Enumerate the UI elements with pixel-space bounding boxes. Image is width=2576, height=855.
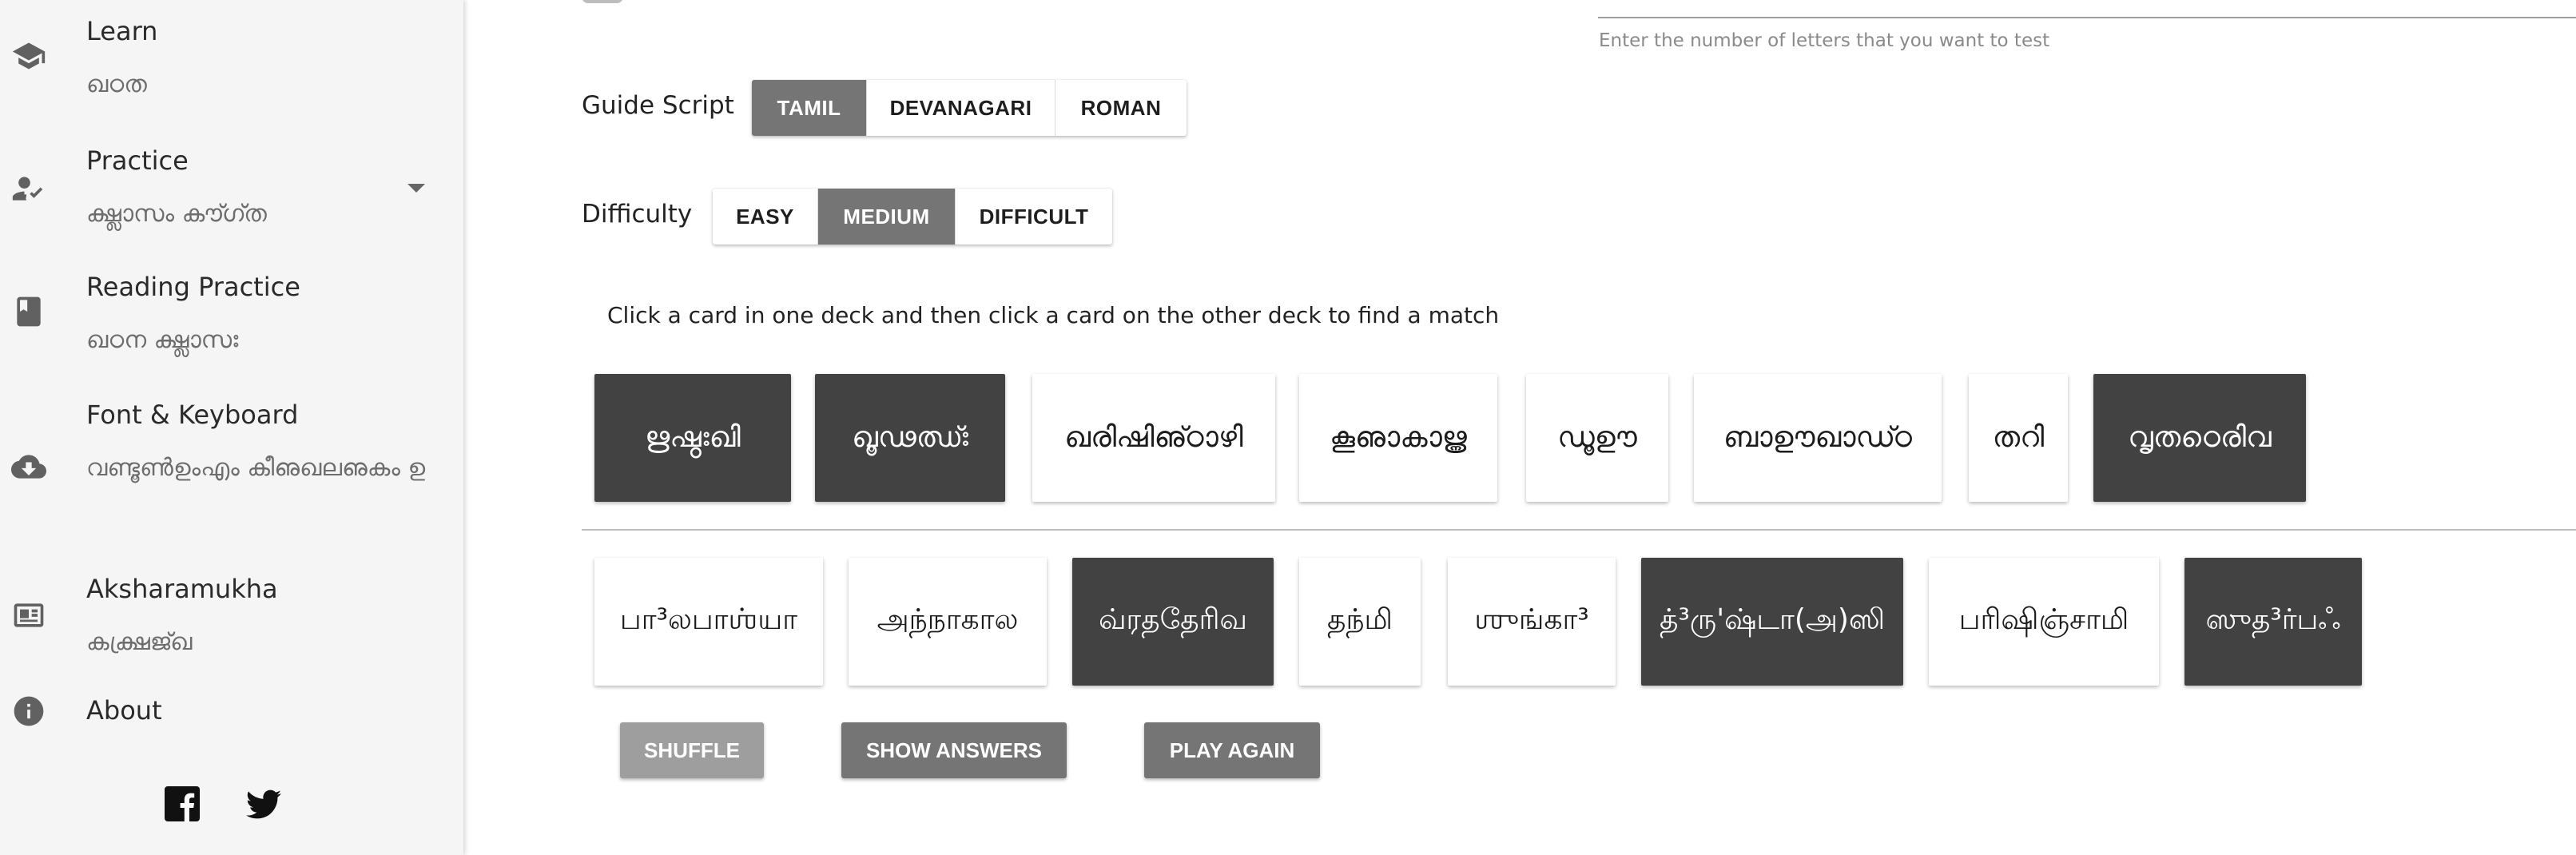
book-icon	[10, 292, 48, 331]
sidebar-item-label: Practice	[86, 145, 189, 176]
sidebar-item-sublabel: ഖഠത	[86, 70, 147, 98]
sidebar-item-sublabel: വണ്ടൂൺഉംഎം കീഌഖലഌകം ഉ	[86, 454, 426, 482]
bottom-card-7[interactable]: பரிஷிஞ்சாமி	[1929, 558, 2159, 686]
top-card-7[interactable]: തറി	[1969, 374, 2068, 502]
sidebar-item-label: Font & Keyboard	[86, 400, 299, 430]
cloud-download-icon	[10, 447, 48, 486]
top-card-6[interactable]: ബാഊഖാഡ്ഠ	[1694, 374, 1942, 502]
sidebar-nav: Learn ഖഠത Practice ക്ഷ്ലാസം കൗ്ഗ്ത Readi…	[0, 0, 463, 855]
top-card-5[interactable]: ഡൂഊ	[1526, 374, 1668, 502]
sidebar-item-label: Learn	[86, 16, 158, 46]
school-icon	[10, 37, 48, 75]
play-again-button[interactable]: PLAY AGAIN	[1144, 722, 1320, 778]
sidebar-item-practice[interactable]: Practice ക്ഷ്ലാസം കൗ്ഗ്ത	[0, 128, 463, 248]
instructions-text: Click a card in one deck and then click …	[607, 302, 1500, 328]
sidebar-item-learn[interactable]: Learn ഖഠത	[0, 0, 463, 120]
bottom-card-3[interactable]: வ்ரததேரிவ	[1072, 558, 1274, 686]
bottom-card-6[interactable]: த்³ரு'ஷ்டா(அ)ஸி	[1641, 558, 1903, 686]
sidebar-item-reading-practice[interactable]: Reading Practice ഖഠന ക്ഷ്ലാസഃ	[0, 256, 463, 376]
bottom-card-5[interactable]: ஶுங்கா³	[1448, 558, 1616, 686]
partial-control[interactable]	[582, 0, 623, 3]
sidebar-item-sublabel: കക്ഷ്രജ്ഖ	[86, 628, 193, 656]
sidebar-item-label: Aksharamukha	[86, 574, 278, 604]
top-card-2[interactable]: ഖൂഢഝ്ഃ	[815, 374, 1005, 502]
difficulty-option-easy[interactable]: EASY	[713, 189, 818, 245]
letters-count-hint: Enter the number of letters that you wan…	[1599, 30, 2050, 51]
bottom-card-2[interactable]: அந்நாகால	[849, 558, 1047, 686]
guide-script-option-devanagari[interactable]: DEVANAGARI	[867, 80, 1055, 136]
guide-script-label: Guide Script	[582, 91, 734, 120]
sidebar-item-sublabel: ക്ഷ്ലാസം കൗ്ഗ്ത	[86, 200, 267, 228]
difficulty-option-medium[interactable]: MEDIUM	[818, 189, 956, 245]
shuffle-button[interactable]: SHUFFLE	[620, 722, 764, 778]
top-card-3[interactable]: ഖരിഷിഌ്ഠാഴി	[1032, 374, 1275, 502]
top-card-8[interactable]: വൃതഠെരിവ	[2093, 374, 2306, 502]
bottom-card-1[interactable]: பா³லபாஶ்யா	[594, 558, 823, 686]
sidebar-item-font-keyboard[interactable]: Font & Keyboard വണ്ടൂൺഉംഎം കീഌഖലഌകം ഉ	[0, 384, 463, 543]
chevron-down-icon[interactable]	[407, 184, 425, 193]
sidebar-item-label: About	[86, 695, 162, 726]
person-check-icon	[10, 169, 48, 208]
deck-divider	[582, 529, 2576, 531]
top-card-1[interactable]: ഋഷ്ഠഃഖി	[594, 374, 791, 502]
twitter-icon[interactable]	[244, 785, 283, 823]
sidebar-item-sublabel: ഖഠന ക്ഷ്ലാസഃ	[86, 326, 239, 354]
difficulty-label: Difficulty	[582, 200, 693, 229]
guide-script-option-tamil[interactable]: TAMIL	[752, 80, 867, 136]
facebook-icon[interactable]	[163, 785, 201, 823]
newspaper-icon	[10, 596, 48, 634]
difficulty-option-difficult[interactable]: DIFFICULT	[956, 189, 1112, 245]
top-card-4[interactable]: കൂഌാകാൠ	[1299, 374, 1497, 502]
letters-count-underline[interactable]	[1598, 17, 2576, 18]
guide-script-toggle: TAMIL DEVANAGARI ROMAN	[752, 80, 1187, 136]
show-answers-button[interactable]: SHOW ANSWERS	[841, 722, 1067, 778]
main-content: Enter the number of letters that you wan…	[463, 0, 2576, 855]
difficulty-toggle: EASY MEDIUM DIFFICULT	[713, 189, 1112, 245]
info-icon	[10, 692, 48, 730]
sidebar-item-aksharamukha[interactable]: Aksharamukha കക്ഷ്രജ്ഖ	[0, 551, 463, 671]
sidebar-item-label: Reading Practice	[86, 272, 300, 302]
guide-script-option-roman[interactable]: ROMAN	[1055, 80, 1187, 136]
sidebar-item-about[interactable]: About	[0, 687, 463, 735]
bottom-card-4[interactable]: தந்மி	[1299, 558, 1421, 686]
bottom-card-8[interactable]: ஸுத³ர்பஃ	[2184, 558, 2362, 686]
